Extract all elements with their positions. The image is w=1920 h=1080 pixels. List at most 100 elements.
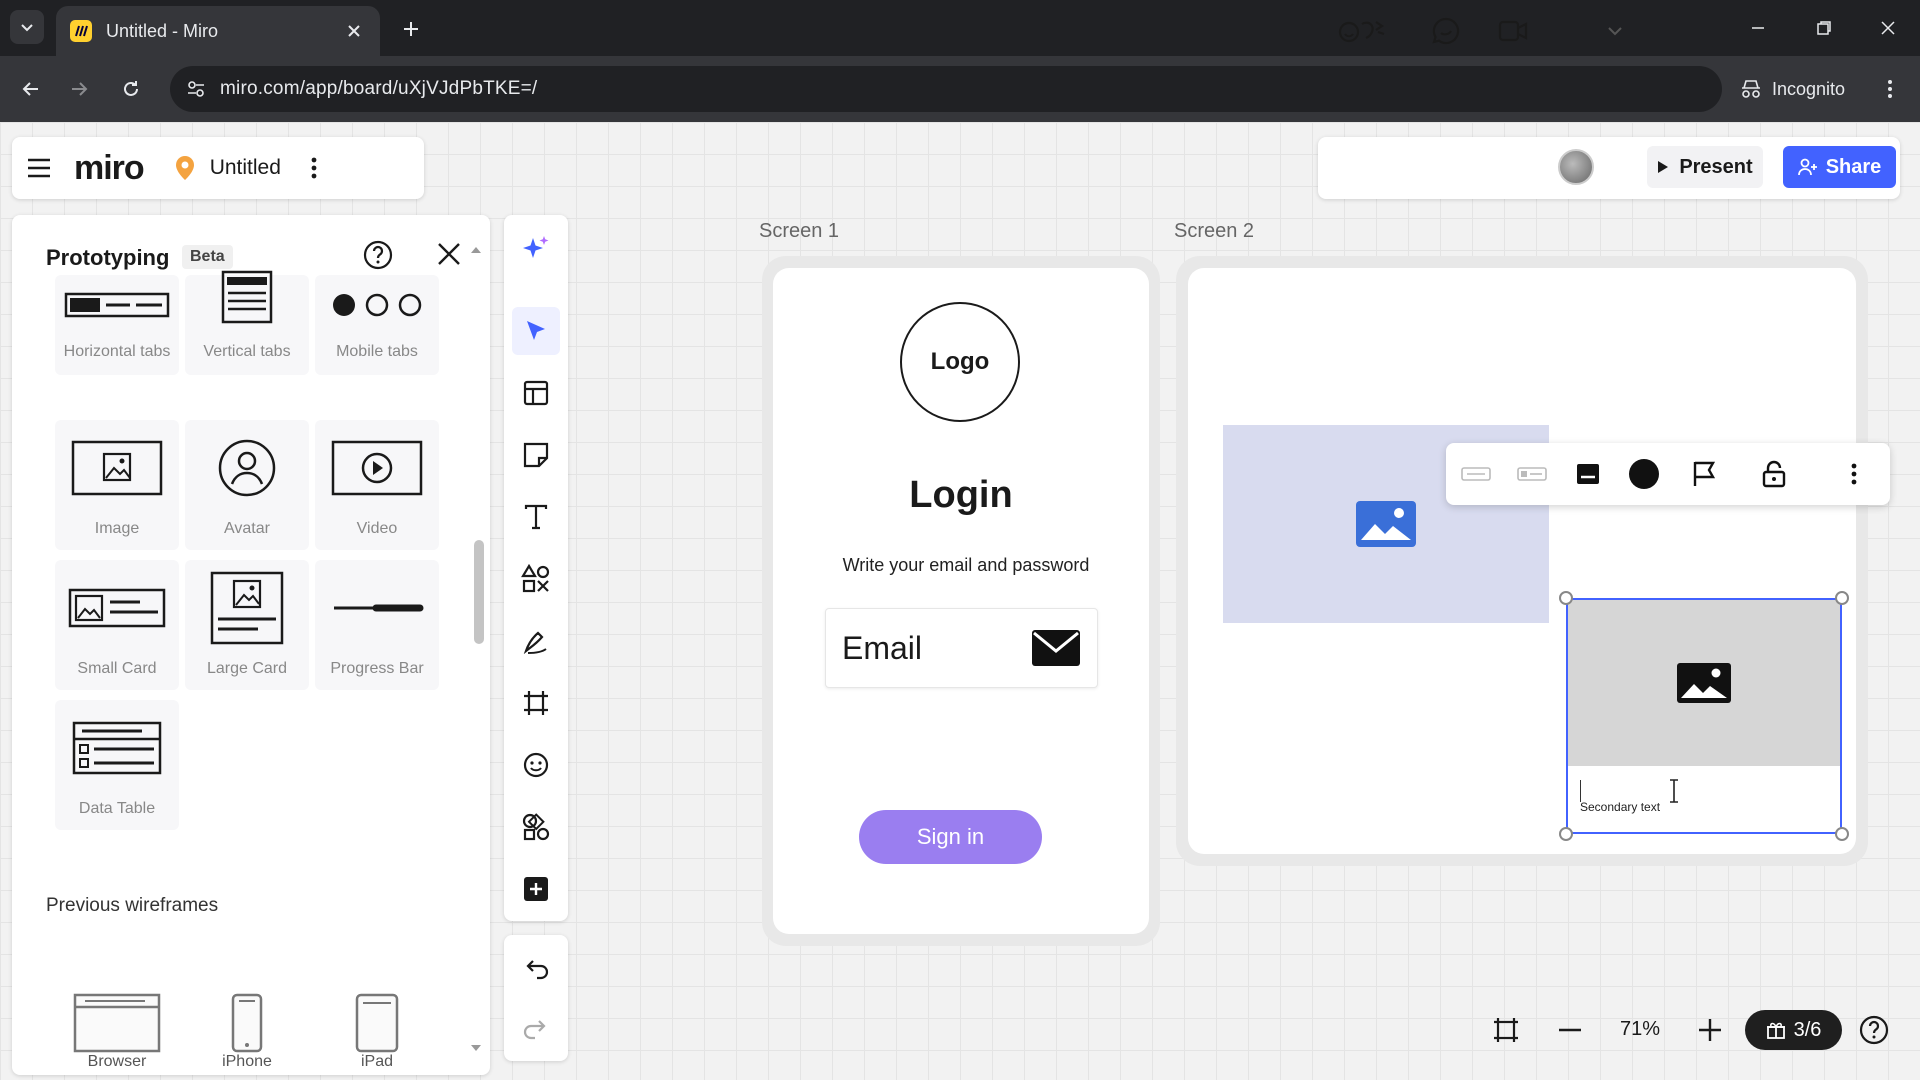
component-mobile-tabs[interactable]: Mobile tabs bbox=[315, 275, 439, 375]
chrome-menu-button[interactable] bbox=[1872, 70, 1908, 108]
card-style-2-icon[interactable] bbox=[1514, 456, 1550, 492]
resize-handle-bottom-right[interactable] bbox=[1835, 827, 1849, 841]
component-video[interactable]: Video bbox=[315, 420, 439, 550]
zoom-level[interactable]: 71% bbox=[1612, 1018, 1668, 1041]
chevron-down-icon[interactable] bbox=[1600, 15, 1630, 47]
frame-label-screen-2[interactable]: Screen 2 bbox=[1174, 220, 1254, 243]
history-toolbar bbox=[504, 935, 568, 1061]
incognito-label: Incognito bbox=[1772, 78, 1846, 99]
login-title[interactable]: Login bbox=[773, 474, 1149, 517]
restore-button[interactable] bbox=[1804, 10, 1844, 46]
miro-favicon-icon bbox=[70, 20, 92, 42]
resize-handle-top-right[interactable] bbox=[1835, 591, 1849, 605]
browser-tab[interactable]: Untitled - Miro bbox=[56, 6, 380, 56]
sign-in-button[interactable]: Sign in bbox=[859, 810, 1042, 864]
panel-scrollbar-thumb[interactable] bbox=[474, 540, 484, 644]
templates-icon bbox=[523, 380, 549, 406]
wireframe-label: iPad bbox=[360, 1053, 394, 1070]
help-icon[interactable] bbox=[362, 239, 394, 271]
scroll-down-icon[interactable] bbox=[470, 1043, 482, 1053]
help-button[interactable] bbox=[1856, 1012, 1892, 1048]
minus-icon bbox=[1559, 1028, 1581, 1032]
component-large-card[interactable]: Large Card bbox=[185, 560, 309, 690]
undo-icon bbox=[526, 960, 549, 980]
card-style-1-icon[interactable] bbox=[1458, 456, 1494, 492]
component-data-table[interactable]: Data Table bbox=[55, 700, 179, 830]
close-window-button[interactable] bbox=[1868, 10, 1908, 46]
component-small-card[interactable]: Small Card bbox=[55, 560, 179, 690]
component-progress-bar[interactable]: Progress Bar bbox=[315, 560, 439, 690]
tab-search-button[interactable] bbox=[10, 10, 44, 44]
chevron-down-icon bbox=[21, 24, 33, 32]
iphone-icon bbox=[231, 993, 263, 1053]
text-tool[interactable] bbox=[512, 493, 560, 541]
component-horizontal-tabs[interactable]: Horizontal tabs bbox=[55, 275, 179, 375]
zoom-in-button[interactable] bbox=[1692, 1012, 1728, 1048]
onboarding-progress-badge[interactable]: 3/6 bbox=[1745, 1010, 1842, 1050]
sparkle-icon bbox=[523, 236, 549, 258]
forward-button[interactable] bbox=[60, 70, 98, 108]
fit-to-screen-button[interactable] bbox=[1488, 1010, 1524, 1050]
reload-icon bbox=[124, 81, 138, 96]
comments-icon[interactable] bbox=[1428, 15, 1464, 47]
user-avatar[interactable] bbox=[1558, 149, 1594, 185]
lock-icon[interactable] bbox=[1756, 456, 1792, 492]
board-name[interactable]: Untitled bbox=[210, 156, 281, 180]
tab-close-icon[interactable] bbox=[342, 19, 366, 43]
hamburger-menu-icon[interactable] bbox=[26, 157, 52, 179]
data-table-icon bbox=[72, 721, 162, 775]
scroll-up-icon[interactable] bbox=[470, 245, 482, 255]
sign-in-label: Sign in bbox=[916, 824, 985, 849]
resize-handle-top-left[interactable] bbox=[1559, 591, 1573, 605]
board-options-icon[interactable] bbox=[311, 156, 317, 180]
reactions-icon[interactable] bbox=[1338, 15, 1388, 47]
component-image[interactable]: Image bbox=[55, 420, 179, 550]
more-tools[interactable] bbox=[512, 865, 560, 913]
new-tab-button[interactable] bbox=[396, 14, 426, 44]
restore-icon bbox=[1817, 21, 1831, 35]
redo-button[interactable] bbox=[512, 1005, 560, 1053]
templates-tool[interactable] bbox=[512, 369, 560, 417]
creation-toolbar bbox=[504, 215, 568, 921]
present-label: Present bbox=[1679, 155, 1753, 178]
zoom-out-button[interactable] bbox=[1552, 1012, 1588, 1048]
frame-icon bbox=[1494, 1018, 1518, 1042]
logo-text: Logo bbox=[930, 348, 990, 375]
component-vertical-tabs[interactable]: Vertical tabs bbox=[185, 270, 309, 375]
color-swatch[interactable] bbox=[1626, 456, 1662, 492]
ai-sparkle-tool[interactable] bbox=[512, 225, 560, 273]
address-bar[interactable]: miro.com/app/board/uXjVJdPbTKE=/ bbox=[170, 66, 1722, 112]
context-toolbar bbox=[1446, 443, 1890, 505]
card-style-3-icon[interactable] bbox=[1570, 456, 1606, 492]
pen-tool[interactable] bbox=[512, 617, 560, 665]
flag-icon[interactable] bbox=[1686, 456, 1722, 492]
video-call-icon[interactable] bbox=[1495, 15, 1531, 47]
login-subtitle[interactable]: Write your email and password bbox=[773, 555, 1159, 576]
sticky-note-tool[interactable] bbox=[512, 431, 560, 479]
mobile-tabs-icon bbox=[333, 293, 422, 317]
apps-tool[interactable] bbox=[512, 803, 560, 851]
share-users-icon bbox=[1797, 158, 1817, 176]
component-label: Vertical tabs bbox=[203, 343, 291, 360]
minimize-button[interactable] bbox=[1738, 10, 1778, 46]
back-button[interactable] bbox=[12, 70, 50, 108]
reload-button[interactable] bbox=[112, 70, 150, 108]
resize-handle-bottom-left[interactable] bbox=[1559, 827, 1573, 841]
stickers-tool[interactable] bbox=[512, 741, 560, 789]
share-button[interactable]: Share bbox=[1783, 146, 1896, 188]
frame-label-screen-1[interactable]: Screen 1 bbox=[759, 220, 839, 243]
select-tool[interactable] bbox=[512, 307, 560, 355]
present-button[interactable]: Present bbox=[1647, 146, 1763, 188]
miro-logo: miro bbox=[74, 148, 145, 187]
logo-placeholder[interactable]: Logo bbox=[900, 302, 1020, 422]
incognito-indicator[interactable]: Incognito bbox=[1724, 66, 1861, 112]
close-panel-icon[interactable] bbox=[436, 241, 462, 267]
email-input[interactable]: Email bbox=[825, 608, 1098, 688]
play-icon bbox=[1658, 161, 1669, 173]
frame-tool[interactable] bbox=[512, 679, 560, 727]
undo-button[interactable] bbox=[512, 945, 560, 993]
close-icon bbox=[1881, 21, 1895, 35]
more-options-icon[interactable] bbox=[1836, 456, 1872, 492]
shapes-tool[interactable] bbox=[512, 555, 560, 603]
component-avatar[interactable]: Avatar bbox=[185, 420, 309, 550]
